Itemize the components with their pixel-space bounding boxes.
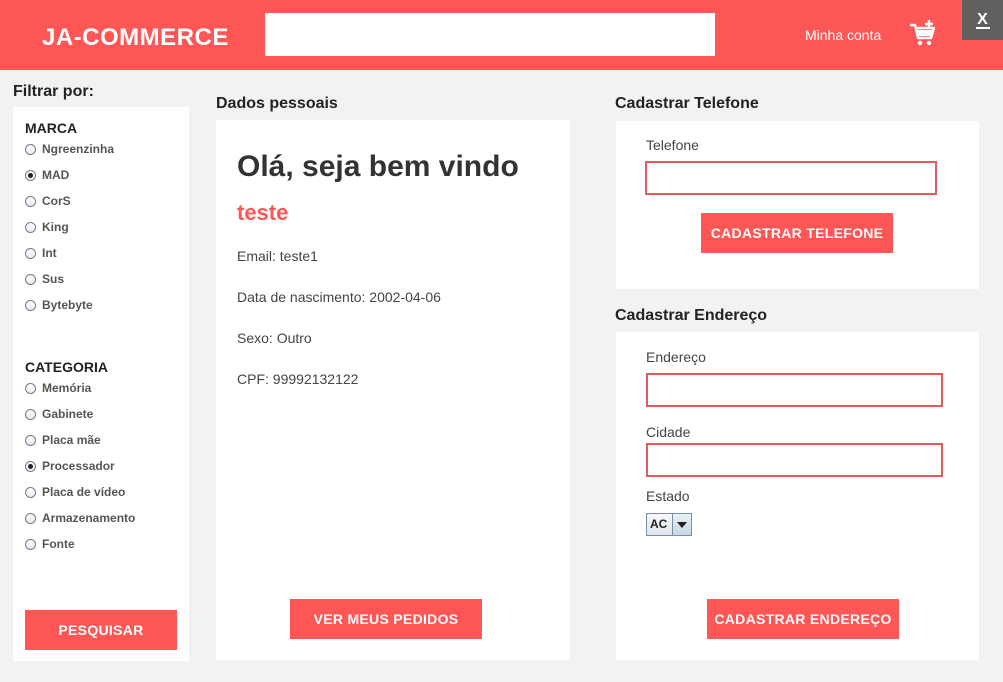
radio-button[interactable] [25,538,36,550]
radio-button[interactable] [25,273,36,285]
chevron-down-icon[interactable] [672,514,691,535]
brand-radio-label: Ngreenzinha [42,142,115,156]
category-radio-label: Placa de vídeo [42,485,126,499]
category-radio-item[interactable]: Processador [25,458,115,474]
top-bar: JA-COMMERCE Minha conta X [0,0,1003,70]
phone-label: Telefone [646,137,699,153]
brand-radio-item[interactable]: CorS [25,193,71,209]
category-radio-item[interactable]: Placa de vídeo [25,484,125,500]
address-section-title: Cadastrar Endereço [615,307,768,324]
my-account-link[interactable]: Minha conta [805,27,881,43]
radio-button[interactable] [25,460,36,472]
birth-date-text: Data de nascimento: 2002-04-06 [237,289,441,305]
radio-button[interactable] [25,486,36,498]
close-button[interactable]: X [962,0,1003,40]
brand-radio-label: King [42,220,69,234]
category-radio-item[interactable]: Fonte [25,536,75,552]
personal-data-title: Dados pessoais [216,95,338,112]
radio-button[interactable] [25,169,36,181]
brand-radio-label: Int [42,246,57,260]
brand-radio-item[interactable]: Sus [25,271,64,287]
category-radio-label: Memória [42,381,92,395]
brand-radio-item[interactable]: Int [25,245,57,261]
radio-button[interactable] [25,195,36,207]
username: teste [237,200,289,225]
category-radio-item[interactable]: Memória [25,380,91,396]
brand-radio-label: CorS [42,194,71,208]
radio-button[interactable] [25,434,36,446]
search-input[interactable] [265,13,715,56]
radio-button[interactable] [25,247,36,259]
category-radio-item[interactable]: Gabinete [25,406,93,422]
category-radio-label: Placa mãe [42,433,101,447]
welcome-heading: Olá, seja bem vindo [237,150,519,183]
category-radio-label: Armazenamento [42,511,136,525]
brand-radio-item[interactable]: Bytebyte [25,297,93,313]
email-text: Email: teste1 [237,248,318,264]
city-field[interactable] [646,443,943,477]
brand-group-title: MARCA [25,120,78,136]
state-select[interactable]: AC [646,513,692,536]
category-radio-label: Processador [42,459,115,473]
state-label: Estado [646,488,690,504]
brand-radio-item[interactable]: Ngreenzinha [25,141,114,157]
register-address-button[interactable]: CADASTRAR ENDEREÇO [707,599,899,639]
filter-title: Filtrar por: [13,83,94,100]
brand-logo: JA-COMMERCE [42,24,229,51]
close-icon: X [975,11,990,29]
state-select-value: AC [650,517,668,531]
radio-button[interactable] [25,143,36,155]
cpf-text: CPF: 99992132122 [237,371,359,387]
brand-radio-item[interactable]: MAD [25,167,69,183]
search-button[interactable]: PESQUISAR [25,610,177,650]
address-field[interactable] [646,373,943,407]
category-radio-item[interactable]: Armazenamento [25,510,135,526]
personal-data-panel: Olá, seja bem vindo teste Email: teste1 … [216,120,570,660]
radio-button[interactable] [25,299,36,311]
brand-radio-label: Bytebyte [42,298,93,312]
brand-radio-label: MAD [42,168,70,182]
radio-button[interactable] [25,408,36,420]
phone-section-title: Cadastrar Telefone [615,95,759,112]
view-orders-button[interactable]: VER MEUS PEDIDOS [290,599,482,639]
category-radio-item[interactable]: Placa mãe [25,432,101,448]
radio-button[interactable] [25,512,36,524]
filter-panel: MARCA Ngreenzinha MAD CorS King Int Sus Byteby… [13,107,189,661]
address-label: Endereço [646,349,706,365]
sex-text: Sexo: Outro [237,330,312,346]
brand-radio-label: Sus [42,272,65,286]
brand-radio-item[interactable]: King [25,219,69,235]
radio-button[interactable] [25,382,36,394]
cart-add-icon[interactable] [908,19,938,49]
category-radio-label: Fonte [42,537,75,551]
radio-button[interactable] [25,221,36,233]
register-phone-button[interactable]: CADASTRAR TELEFONE [701,213,893,253]
city-label: Cidade [646,424,691,440]
category-radio-label: Gabinete [42,407,94,421]
category-group-title: CATEGORIA [25,359,108,375]
phone-field[interactable] [645,161,937,195]
